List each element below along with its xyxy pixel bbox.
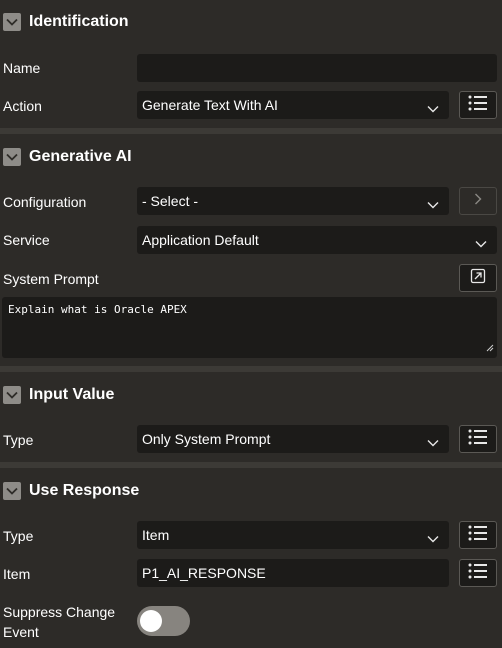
item-field[interactable]: P1_AI_RESPONSE: [137, 559, 449, 587]
chevron-down-icon: [427, 196, 439, 212]
section-title: Generative AI: [29, 148, 132, 165]
suppress-change-event-label-line2: Event: [3, 624, 39, 640]
name-field[interactable]: [137, 54, 497, 82]
section-header-input-value[interactable]: Input Value: [0, 375, 502, 415]
chevron-down-icon: [427, 100, 439, 116]
response-type-select-value: Item: [142, 527, 170, 543]
section-header-generative-ai[interactable]: Generative AI: [0, 137, 502, 177]
name-label: Name: [3, 60, 41, 76]
chevron-down-icon[interactable]: [3, 13, 21, 31]
system-prompt-label: System Prompt: [3, 271, 99, 287]
list-icon: [468, 563, 488, 584]
expand-icon: [470, 268, 486, 289]
configuration-select-value: - Select -: [142, 193, 199, 209]
chevron-down-icon: [475, 235, 487, 251]
action-select[interactable]: Generate Text With AI: [137, 91, 449, 119]
service-select[interactable]: Application Default: [137, 226, 497, 254]
list-icon: [468, 95, 488, 116]
chevron-down-icon[interactable]: [3, 148, 21, 166]
section-header-use-response[interactable]: Use Response: [0, 471, 502, 511]
item-list-button[interactable]: [459, 559, 497, 587]
configuration-label: Configuration: [3, 194, 87, 210]
response-type-list-button[interactable]: [459, 521, 497, 549]
toggle-knob: [140, 610, 162, 632]
action-label: Action: [3, 98, 42, 114]
section-title: Input Value: [29, 386, 115, 403]
input-type-select-value: Only System Prompt: [142, 431, 271, 447]
system-prompt-textarea[interactable]: Explain what is Oracle APEX: [2, 297, 497, 358]
action-select-value: Generate Text With AI: [142, 97, 278, 113]
chevron-right-icon: [474, 192, 482, 210]
divider: [0, 366, 502, 372]
chevron-down-icon: [427, 434, 439, 450]
chevron-down-icon[interactable]: [3, 386, 21, 404]
section-header-identification[interactable]: Identification: [0, 2, 502, 42]
item-label: Item: [3, 566, 31, 582]
section-title: Identification: [29, 13, 129, 30]
configuration-select[interactable]: - Select -: [137, 187, 449, 215]
service-label: Service: [3, 232, 50, 248]
system-prompt-text: Explain what is Oracle APEX: [8, 303, 187, 316]
divider: [0, 128, 502, 134]
response-type-label: Type: [3, 528, 34, 544]
section-title: Use Response: [29, 482, 140, 499]
suppress-change-event-toggle[interactable]: [137, 606, 190, 636]
input-type-select[interactable]: Only System Prompt: [137, 425, 449, 453]
list-icon: [468, 429, 488, 450]
configuration-next-button[interactable]: [459, 187, 497, 215]
divider: [0, 462, 502, 468]
property-editor: Identification Name Action Generate Text…: [0, 0, 502, 648]
chevron-down-icon: [427, 530, 439, 546]
response-type-select[interactable]: Item: [137, 521, 449, 549]
input-type-list-button[interactable]: [459, 425, 497, 453]
system-prompt-expand-button[interactable]: [459, 264, 497, 292]
action-list-button[interactable]: [459, 91, 497, 119]
list-icon: [468, 525, 488, 546]
suppress-change-event-label-line1: Suppress Change: [3, 604, 116, 620]
service-select-value: Application Default: [142, 232, 259, 248]
input-type-label: Type: [3, 432, 34, 448]
resize-handle-icon[interactable]: [486, 342, 494, 355]
chevron-down-icon[interactable]: [3, 482, 21, 500]
